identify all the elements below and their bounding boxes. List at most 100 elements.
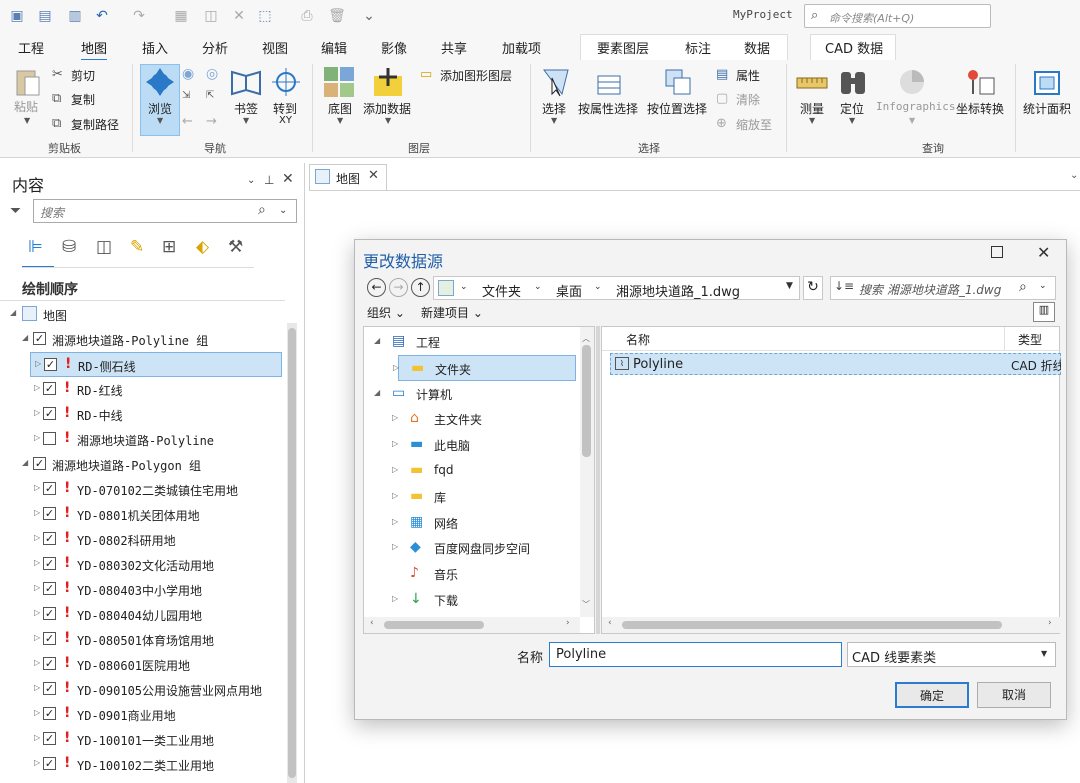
address-bar[interactable]: ⌄ 文件夹 ⌄ 桌面 ⌄ 湘源地块道路_1.dwg ▼ <box>433 276 800 300</box>
nav-item-folder[interactable]: ▷ ▬ fqd <box>364 458 579 484</box>
layer-row[interactable]: ▷ ✓! YD-100102二类工业用地 <box>0 752 285 777</box>
broken-source-warning-icon[interactable]: ! <box>64 655 70 671</box>
expand-arrow-icon[interactable]: ▷ <box>34 758 40 767</box>
perspective-imagery-icon[interactable]: ⚒ <box>228 237 243 257</box>
close-icon[interactable]: ✕ <box>1037 243 1050 262</box>
broken-source-warning-icon[interactable]: ! <box>65 356 71 372</box>
scrollbar-thumb[interactable] <box>384 621 484 629</box>
nav-item-project[interactable]: ◢ ▤ 工程 <box>364 329 579 355</box>
nav-item-computer[interactable]: ◢ ▭ 计算机 <box>364 381 579 407</box>
organize-menu[interactable]: 组织 ⌄ <box>367 304 405 321</box>
refresh-icon[interactable]: ↻ <box>803 276 823 300</box>
select-by-attributes-icon[interactable] <box>592 66 624 98</box>
chevron-down-icon[interactable]: ⌄ <box>1070 170 1078 181</box>
up-icon[interactable]: ↑ <box>411 278 430 297</box>
map-node[interactable]: ◢ 地图 <box>0 302 285 327</box>
broken-source-warning-icon[interactable]: ! <box>64 680 70 696</box>
dialog-search-input[interactable]: ↓≡ 搜索 湘源地块道路_1.dwg ⌕ ⌄ <box>830 276 1056 300</box>
scroll-right-icon[interactable]: › <box>566 618 570 628</box>
zoom-to-button[interactable]: 缩放至 <box>736 116 772 133</box>
scroll-left-icon[interactable]: ‹ <box>608 618 612 628</box>
layer-row[interactable]: ▷ ✓! YD-070102二类城镇住宅用地 <box>0 477 285 502</box>
nav-horizontal-scrollbar[interactable]: ‹ › <box>364 617 580 633</box>
expand-arrow-icon[interactable]: ▷ <box>34 533 40 542</box>
scroll-up-icon[interactable]: ︿ <box>582 333 590 344</box>
cancel-button[interactable]: 取消 <box>977 682 1051 708</box>
expand-arrow-icon[interactable]: ▷ <box>34 608 40 617</box>
breadcrumb-desktop[interactable]: 桌面 <box>556 281 582 300</box>
column-divider[interactable] <box>1004 327 1005 351</box>
expand-arrow-icon[interactable]: ▷ <box>34 733 40 742</box>
layer-row[interactable]: ▷ ✓! YD-080302文化活动用地 <box>0 552 285 577</box>
tab-analysis[interactable]: 分析 <box>202 38 228 57</box>
expand-arrow-icon[interactable]: ◢ <box>22 333 28 342</box>
layer-row[interactable]: ▷ ✓! YD-080601医院用地 <box>0 652 285 677</box>
view-toggle-icon[interactable]: ▥ <box>1033 302 1055 322</box>
command-search-input[interactable]: ⌕ 命令搜索(Alt+Q) <box>804 4 991 28</box>
layer-row[interactable]: ▷! 湘源地块道路-Polyline <box>0 427 285 452</box>
name-input[interactable]: Polyline <box>549 642 842 667</box>
tab-labeling[interactable]: 标注 <box>685 38 711 57</box>
broken-source-warning-icon[interactable]: ! <box>64 530 70 546</box>
expand-arrow-icon[interactable]: ▷ <box>392 491 398 500</box>
column-header-name[interactable]: 名称 <box>626 331 650 348</box>
layer-visibility-checkbox[interactable]: ✓ <box>43 532 56 545</box>
clear-button[interactable]: 清除 <box>736 91 760 108</box>
expand-arrow-icon[interactable]: ▷ <box>34 558 40 567</box>
tab-map[interactable]: 地图 <box>81 38 108 62</box>
cut-button[interactable]: 剪切 <box>71 67 95 84</box>
expand-arrow-icon[interactable]: ▷ <box>392 517 398 526</box>
layer-visibility-checkbox[interactable]: ✓ <box>43 682 56 695</box>
expand-arrow-icon[interactable]: ▷ <box>34 583 40 592</box>
layer-row[interactable]: ▷ ✓! YD-080403中小学用地 <box>0 577 285 602</box>
broken-source-warning-icon[interactable]: ! <box>64 555 70 571</box>
layer-visibility-checkbox[interactable]: ✓ <box>43 582 56 595</box>
select-by-attributes-button[interactable]: 按属性选择 <box>578 100 638 117</box>
broken-source-warning-icon[interactable]: ! <box>64 480 70 496</box>
table-icon[interactable]: ▦ <box>172 8 190 24</box>
basemap-icon[interactable] <box>323 66 355 98</box>
chevron-down-icon[interactable]: ⌄ <box>594 282 602 292</box>
bookmarks-button[interactable]: 书签 <box>234 100 258 117</box>
expand-arrow-icon[interactable]: ▷ <box>393 363 399 372</box>
layer-group-row[interactable]: ◢ ✓ 湘源地块道路-Polygon 组 <box>0 452 285 477</box>
layer-row[interactable]: ▷ ✓! YD-090105公用设施营业网点用地 <box>0 677 285 702</box>
broken-source-warning-icon[interactable]: ! <box>64 630 70 646</box>
layer-row[interactable]: ▷ ✓! RD-红线 <box>0 377 285 402</box>
nav-item-network[interactable]: ▷ ▦ 网络 <box>364 510 579 536</box>
expand-arrow-icon[interactable]: ▷ <box>392 542 398 551</box>
layer-row[interactable]: ▷ ✓! YD-0802科研用地 <box>0 527 285 552</box>
new-project-icon[interactable]: ▣ <box>8 8 26 24</box>
nav-item-music[interactable]: ♪ 音乐 <box>364 561 579 587</box>
add-data-button[interactable]: 添加数据 <box>363 100 411 117</box>
expand-arrow-icon[interactable]: ▷ <box>392 465 398 474</box>
new-item-menu[interactable]: 新建项目 ⌄ <box>421 304 483 321</box>
layer-row[interactable]: ▷ ✓! YD-080501体育场馆用地 <box>0 627 285 652</box>
select-by-location-button[interactable]: 按位置选择 <box>647 100 707 117</box>
expand-arrow-icon[interactable]: ◢ <box>22 458 28 467</box>
expand-arrow-icon[interactable]: ▷ <box>34 433 40 442</box>
nav-item-baidu[interactable]: ▷ ◆ 百度网盘同步空间 <box>364 535 579 561</box>
customize-qat-icon[interactable]: ⌄ <box>360 8 378 24</box>
paste-button[interactable]: 粘贴 <box>14 98 38 115</box>
broken-source-warning-icon[interactable]: ! <box>64 755 70 771</box>
scroll-down-icon[interactable]: ﹀ <box>582 599 590 610</box>
layer-visibility-checkbox[interactable]: ✓ <box>44 358 57 371</box>
coordinate-conversion-icon[interactable] <box>964 66 996 98</box>
locate-icon[interactable] <box>837 66 869 98</box>
layer-visibility-checkbox[interactable]: ✓ <box>43 607 56 620</box>
scroll-left-icon[interactable]: ‹ <box>370 618 374 628</box>
close-icon[interactable]: ✕ <box>282 171 294 187</box>
select-icon[interactable] <box>540 66 572 98</box>
selection-list-icon[interactable]: ◫ <box>96 237 112 257</box>
layer-visibility-checkbox[interactable]: ✓ <box>43 732 56 745</box>
tab-imagery[interactable]: 影像 <box>381 38 407 57</box>
goto-xy-icon[interactable] <box>270 66 302 98</box>
measure-button[interactable]: 测量 <box>800 100 824 117</box>
layer-visibility-checkbox[interactable]: ✓ <box>43 657 56 670</box>
breadcrumb-folder[interactable]: 文件夹 <box>482 281 521 300</box>
tab-insert[interactable]: 插入 <box>142 38 168 57</box>
locate-button[interactable]: 定位 <box>840 100 864 117</box>
add-data-icon[interactable] <box>372 66 404 98</box>
file-horizontal-scrollbar[interactable]: ‹ › <box>602 617 1061 633</box>
